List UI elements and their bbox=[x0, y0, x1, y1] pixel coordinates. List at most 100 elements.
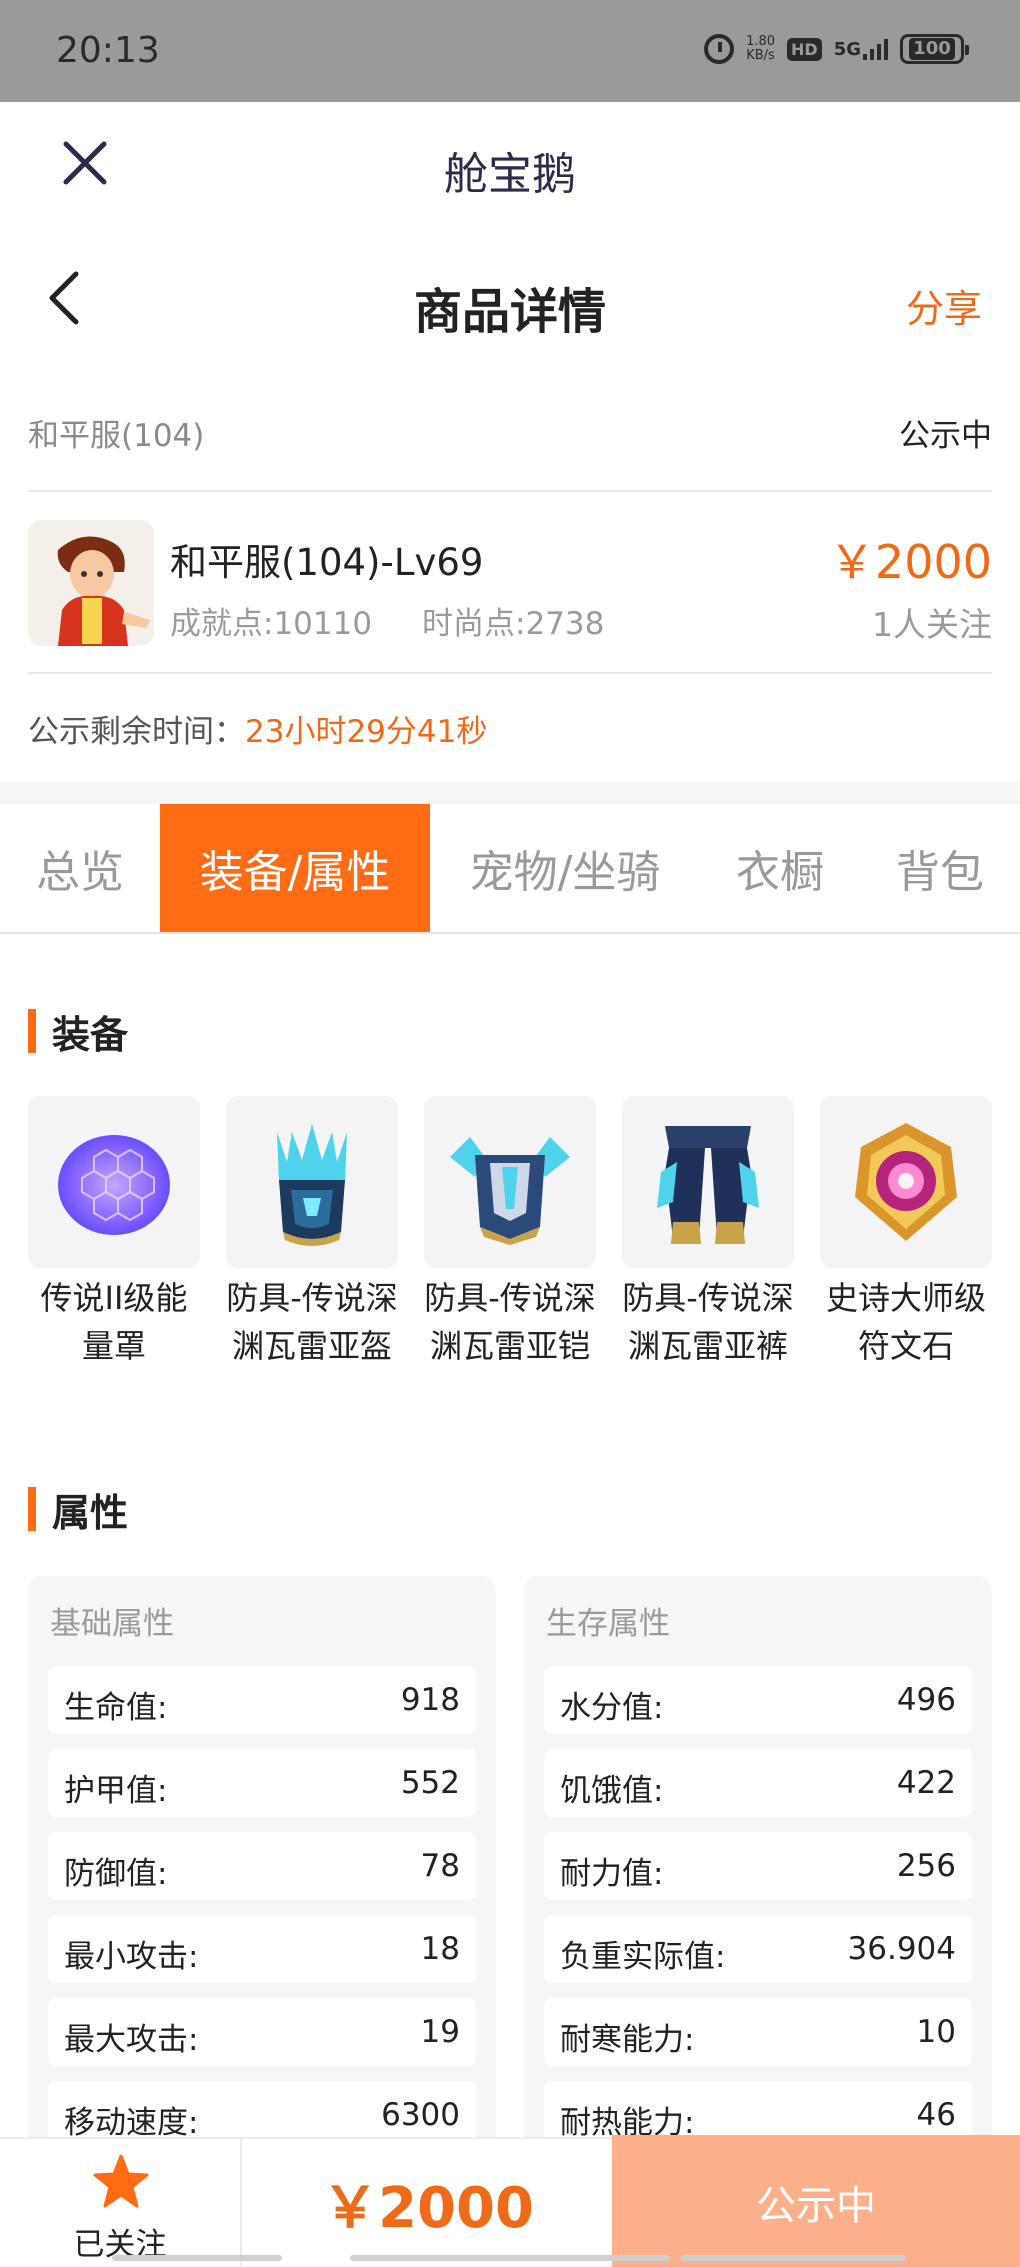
helmet-icon bbox=[226, 1096, 398, 1268]
follower-count: 1人关注 bbox=[872, 605, 992, 644]
signal-bars-icon bbox=[863, 38, 888, 60]
attribute-row: 生命值: 918 bbox=[48, 1666, 476, 1734]
follow-button[interactable]: 已关注 bbox=[0, 2139, 242, 2267]
attribute-row: 饥饿值: 422 bbox=[544, 1749, 972, 1817]
attribute-key: 移动速度: bbox=[64, 2105, 199, 2141]
alarm-icon bbox=[704, 34, 735, 64]
pants-icon bbox=[622, 1096, 794, 1268]
tab-backpack[interactable]: 背包 bbox=[860, 804, 1020, 932]
section-attributes: 属性 bbox=[28, 1486, 128, 1535]
basic-attributes-title: 基础属性 bbox=[50, 1606, 174, 1642]
section-equipment-title: 装备 bbox=[52, 1012, 129, 1057]
divider bbox=[0, 782, 1020, 804]
attribute-value: 36.904 bbox=[847, 1931, 956, 1967]
tab-pets-mounts[interactable]: 宠物/坐骑 bbox=[430, 804, 700, 932]
attribute-key: 负重实际值: bbox=[560, 1939, 726, 1975]
attribute-row: 最大攻击: 19 bbox=[48, 1998, 476, 2066]
attribute-value: 18 bbox=[420, 1931, 460, 1967]
bottom-action-bar: 已关注 ￥2000 公示中 bbox=[0, 2135, 1020, 2267]
countdown-value: 23小时29分41秒 bbox=[245, 714, 488, 750]
item-title: 和平服(104)-Lv69 bbox=[170, 541, 484, 584]
server-status: 公示中 bbox=[899, 418, 992, 454]
attribute-row: 护甲值: 552 bbox=[48, 1749, 476, 1817]
star-icon bbox=[93, 2154, 149, 2208]
attribute-key: 生命值: bbox=[64, 1690, 168, 1726]
speed-unit: KB/s bbox=[746, 48, 775, 63]
attribute-key: 水分值: bbox=[560, 1690, 664, 1726]
tab-wardrobe[interactable]: 衣橱 bbox=[700, 804, 860, 932]
achievement-points: 成就点:10110 bbox=[170, 606, 373, 642]
attribute-value: 78 bbox=[420, 1848, 460, 1884]
character-avatar-image bbox=[28, 520, 154, 646]
item-price: ￥2000 bbox=[828, 535, 992, 589]
public-status-button[interactable]: 公示中 bbox=[612, 2135, 1020, 2267]
rune-stone-icon bbox=[820, 1096, 992, 1268]
attribute-row: 最小攻击: 18 bbox=[48, 1915, 476, 1983]
countdown-label: 公示剩余时间： bbox=[28, 714, 245, 750]
battery-level: 100 bbox=[909, 38, 955, 60]
armor-icon bbox=[424, 1096, 596, 1268]
page-title: 商品详情 bbox=[413, 284, 606, 340]
page-header: 商品详情 分享 bbox=[0, 232, 1020, 367]
attribute-key: 饥饿值: bbox=[560, 1773, 664, 1809]
attribute-key: 最大攻击: bbox=[64, 2022, 199, 2058]
server-row: 和平服(104) 公示中 bbox=[28, 380, 992, 492]
item-card[interactable]: 和平服(104)-Lv69 成就点:10110 时尚点:2738 ￥2000 1… bbox=[28, 494, 992, 674]
equipment-item[interactable]: 防具-传说深渊瓦雷亚盔 bbox=[226, 1096, 398, 1370]
equipment-name: 防具-传说深渊瓦雷亚盔 bbox=[226, 1279, 398, 1365]
survival-attributes-title: 生存属性 bbox=[546, 1606, 670, 1642]
fashion-points: 时尚点:2738 bbox=[422, 606, 605, 642]
battery-icon: 100 bbox=[900, 34, 969, 64]
survival-attributes-panel: 生存属性 水分值: 496 饥饿值: 422 耐力值: 256 负重实际值: 3… bbox=[524, 1576, 992, 2166]
server-name: 和平服(104) bbox=[28, 418, 205, 454]
attribute-value: 6300 bbox=[381, 2097, 460, 2133]
attribute-key: 耐力值: bbox=[560, 1856, 664, 1892]
attribute-value: 19 bbox=[420, 2014, 460, 2050]
attribute-key: 护甲值: bbox=[64, 1773, 168, 1809]
hd-icon: HD bbox=[787, 37, 822, 61]
share-button[interactable]: 分享 bbox=[906, 278, 982, 333]
attribute-value: 422 bbox=[896, 1765, 956, 1801]
speed-value: 1.80 bbox=[746, 34, 776, 49]
tab-overview[interactable]: 总览 bbox=[0, 804, 160, 932]
tab-equipment-attributes[interactable]: 装备/属性 bbox=[160, 804, 430, 932]
status-time: 20:13 bbox=[56, 30, 160, 71]
section-accent-bar bbox=[28, 1487, 36, 1531]
equipment-name: 传说II级能量罩 bbox=[40, 1279, 188, 1365]
attribute-row: 负重实际值: 36.904 bbox=[544, 1915, 972, 1983]
attribute-row: 防御值: 78 bbox=[48, 1832, 476, 1900]
attribute-key: 防御值: bbox=[64, 1856, 168, 1892]
attribute-value: 256 bbox=[896, 1848, 956, 1884]
equipment-name: 史诗大师级符文石 bbox=[825, 1279, 986, 1365]
equipment-item[interactable]: 史诗大师级符文石 bbox=[820, 1096, 992, 1370]
attribute-row: 耐力值: 256 bbox=[544, 1832, 972, 1900]
app-title: 舱宝鹅 bbox=[444, 149, 576, 200]
attribute-row: 耐寒能力: 10 bbox=[544, 1998, 972, 2066]
equipment-item[interactable]: 防具-传说深渊瓦雷亚铠 bbox=[424, 1096, 596, 1370]
attribute-key: 耐寒能力: bbox=[560, 2022, 695, 2058]
attribute-value: 10 bbox=[916, 2014, 956, 2050]
attribute-value: 46 bbox=[916, 2097, 956, 2133]
section-attributes-title: 属性 bbox=[52, 1490, 129, 1535]
countdown-row: 公示剩余时间：23小时29分41秒 bbox=[28, 706, 487, 751]
equipment-list: 传说II级能量罩 防具-传说深渊瓦雷亚盔 防具-传说深渊瓦雷亚铠 防具-传说深渊… bbox=[28, 1096, 994, 1426]
section-equipment: 装备 bbox=[28, 1008, 128, 1057]
status-bar: 20:13 1.80 KB/s HD 5G 100 bbox=[0, 0, 1020, 102]
tab-bar: 总览 装备/属性 宠物/坐骑 衣橱 背包 bbox=[0, 804, 1020, 934]
energy-shield-icon bbox=[28, 1096, 200, 1268]
home-indicator bbox=[350, 2255, 670, 2261]
attribute-value: 918 bbox=[400, 1682, 460, 1718]
equipment-item[interactable]: 防具-传说深渊瓦雷亚裤 bbox=[622, 1096, 794, 1370]
basic-attributes-panel: 基础属性 生命值: 918 护甲值: 552 防御值: 78 最小攻击: 18 … bbox=[28, 1576, 496, 2166]
app-header: 舱宝鹅 bbox=[0, 102, 1020, 232]
home-indicator bbox=[112, 2255, 282, 2261]
status-icons: 1.80 KB/s HD 5G 100 bbox=[704, 34, 969, 64]
attribute-key: 最小攻击: bbox=[64, 1939, 199, 1975]
equipment-name: 防具-传说深渊瓦雷亚铠 bbox=[424, 1279, 596, 1365]
attribute-row: 水分值: 496 bbox=[544, 1666, 972, 1734]
character-avatar bbox=[28, 520, 154, 646]
equipment-item[interactable]: 传说II级能量罩 bbox=[28, 1096, 200, 1370]
home-indicator bbox=[680, 2255, 906, 2261]
attribute-value: 552 bbox=[400, 1765, 460, 1801]
bottom-price: ￥2000 bbox=[322, 2176, 534, 2241]
